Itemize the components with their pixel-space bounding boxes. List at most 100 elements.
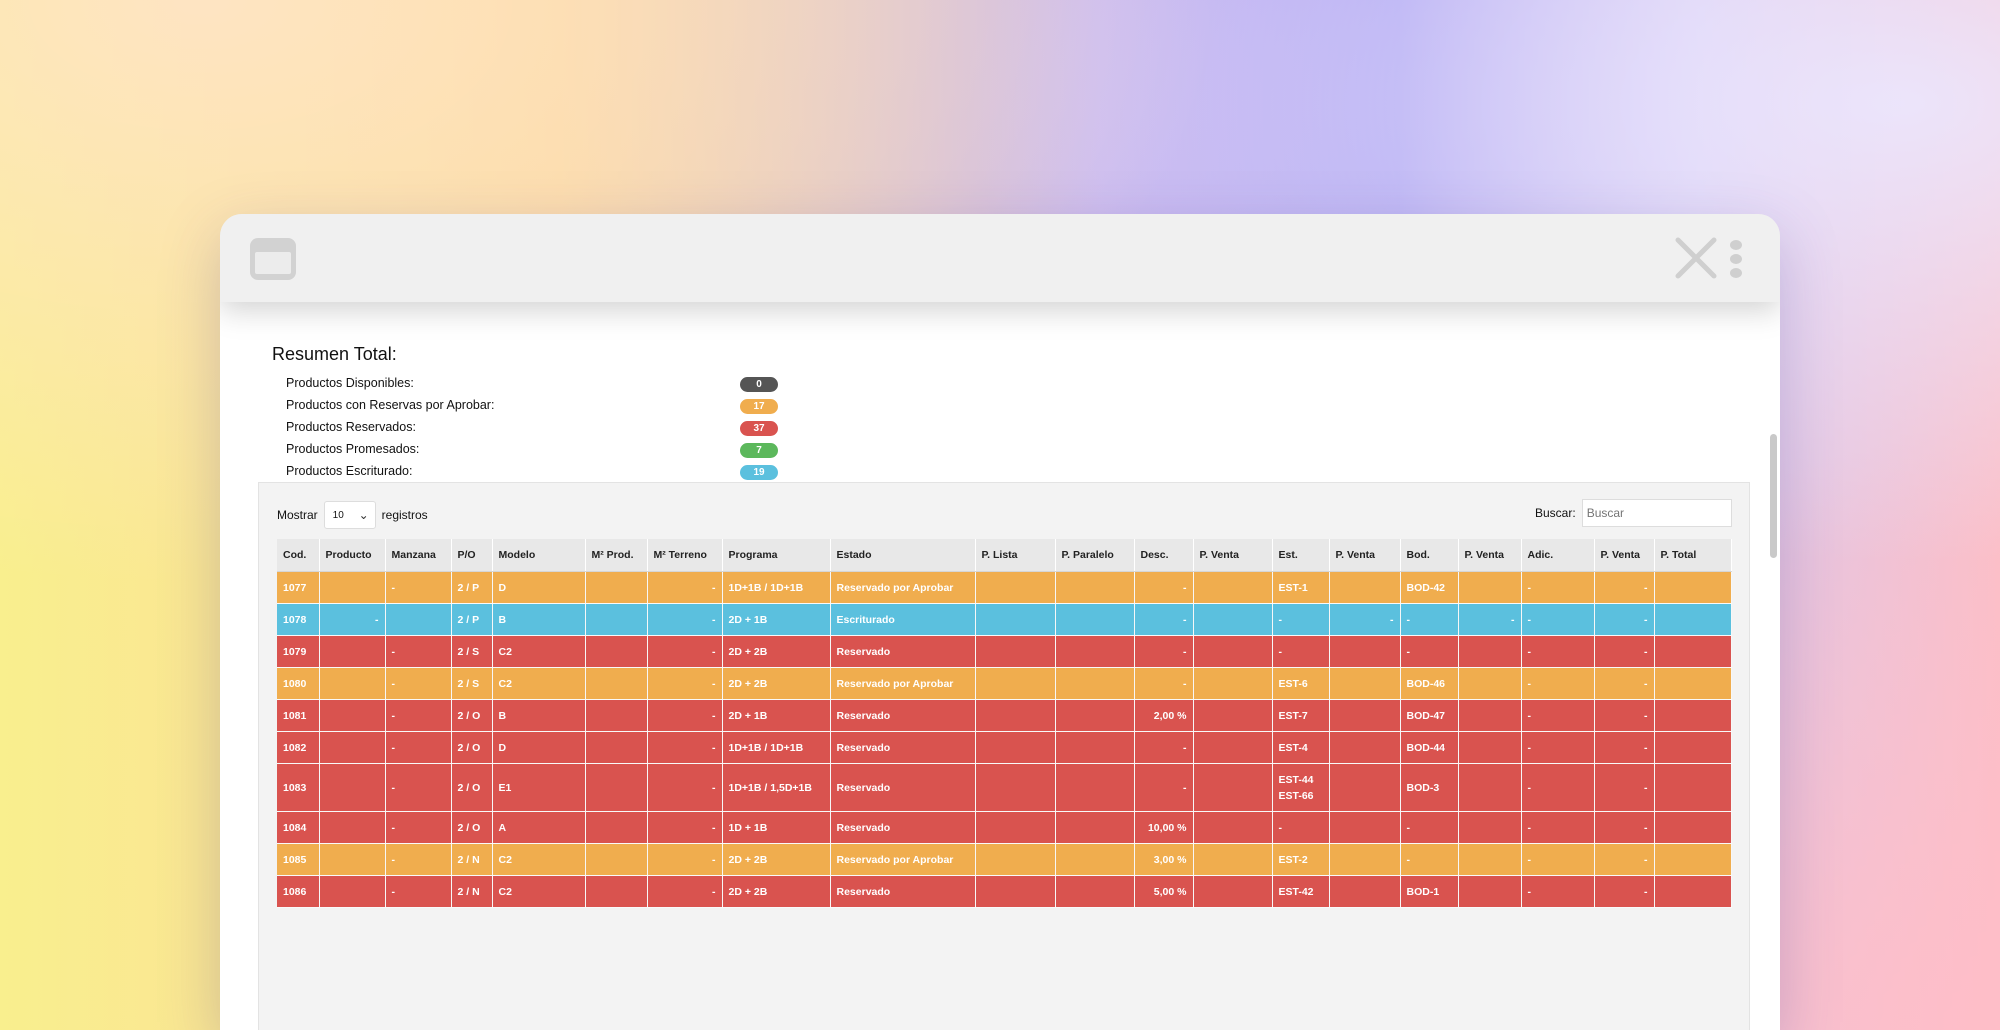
column-header[interactable]: Adic. xyxy=(1521,539,1595,572)
table-cell: - xyxy=(647,843,723,876)
table-cell: 2 / S xyxy=(451,667,493,700)
table-cell: - xyxy=(1134,763,1194,812)
table-row[interactable]: 1080-2 / S C2-2D + 2B Reservado por Aproba… xyxy=(277,667,1732,700)
table-cell xyxy=(1654,875,1732,908)
table-cell: 2D + 2B xyxy=(722,843,831,876)
column-header[interactable]: P. Venta xyxy=(1594,539,1655,572)
table-cell: - xyxy=(1594,763,1655,812)
column-header[interactable]: P/O xyxy=(451,539,493,572)
table-cell: - xyxy=(647,763,723,812)
table-row[interactable]: 1081-2 / O B -2D + 1B Reservado 2,00 % EST-7 B… xyxy=(277,699,1732,732)
column-header[interactable]: Modelo xyxy=(492,539,586,572)
table-cell: - xyxy=(385,875,452,908)
table-cell: 1079 xyxy=(277,635,320,668)
table-cell: 2 / P xyxy=(451,603,493,636)
table-cell xyxy=(1055,763,1135,812)
table-cell: 2D + 1B xyxy=(722,603,831,636)
table-cell xyxy=(585,571,648,604)
table-cell: 1D+1B / 1,5D+1B xyxy=(722,763,831,812)
table-cell: E1 xyxy=(492,763,586,812)
table-cell: - xyxy=(385,667,452,700)
table-cell: BOD-42 xyxy=(1400,571,1459,604)
table-cell: - xyxy=(647,571,723,604)
column-header[interactable]: Estado xyxy=(830,539,976,572)
table-cell: - xyxy=(1400,635,1459,668)
table-cell: - xyxy=(385,699,452,732)
close-icon[interactable] xyxy=(1674,236,1718,280)
column-header[interactable]: Producto xyxy=(319,539,386,572)
table-cell xyxy=(585,699,648,732)
table-cell: - xyxy=(385,763,452,812)
column-header[interactable]: M² Terreno xyxy=(647,539,723,572)
table-cell xyxy=(1055,811,1135,844)
column-header[interactable]: P. Venta xyxy=(1458,539,1522,572)
table-cell: - xyxy=(1594,875,1655,908)
column-header[interactable]: Bod. xyxy=(1400,539,1459,572)
table-cell: 2D + 1B xyxy=(722,699,831,732)
table-cell: D xyxy=(492,731,586,764)
table-cell xyxy=(1654,731,1732,764)
table-cell: - xyxy=(1400,603,1459,636)
table-cell xyxy=(1329,667,1401,700)
table-cell xyxy=(1329,731,1401,764)
table-cell: - xyxy=(1594,731,1655,764)
table-cell: - xyxy=(1521,603,1595,636)
table-row[interactable]: 1077-2 / P D -1D+1B / 1D+1B Reservado por A… xyxy=(277,571,1732,604)
app-window: Resumen Total: Productos Disponibles: 0 … xyxy=(220,214,1780,1030)
table-cell: - xyxy=(1594,699,1655,732)
table-cell xyxy=(1654,635,1732,668)
table-cell xyxy=(1458,843,1522,876)
column-header[interactable]: P. Venta xyxy=(1193,539,1273,572)
table-row[interactable]: 1079-2 / S C2-2D + 2B Reservado - - - - - xyxy=(277,635,1732,668)
column-header[interactable]: M² Prod. xyxy=(585,539,648,572)
column-header[interactable]: P. Venta xyxy=(1329,539,1401,572)
column-header[interactable]: P. Paralelo xyxy=(1055,539,1135,572)
table-cell: C2 xyxy=(492,635,586,668)
more-options-icon[interactable] xyxy=(1730,240,1742,278)
column-header[interactable]: Est. xyxy=(1272,539,1330,572)
column-header[interactable]: Manzana xyxy=(385,539,452,572)
column-header[interactable]: Programa xyxy=(722,539,831,572)
table-row[interactable]: 1085-2 / N C2-2D + 2B Reservado por Aproba… xyxy=(277,843,1732,876)
column-header[interactable]: P. Total xyxy=(1654,539,1732,572)
column-header[interactable]: P. Lista xyxy=(975,539,1056,572)
table-cell: - xyxy=(1272,811,1330,844)
table-cell xyxy=(319,667,386,700)
table-cell: 2 / O xyxy=(451,699,493,732)
table-row[interactable]: 1086-2 / N C2-2D + 2B Reservado 5,00 % EST-4… xyxy=(277,875,1732,908)
scrollbar[interactable] xyxy=(1770,434,1777,558)
table-row[interactable]: 1083-2 / O E1-1D+1B / 1,5D+1B Reservado - ES… xyxy=(277,763,1732,812)
table-cell xyxy=(385,603,452,636)
table-cell xyxy=(319,843,386,876)
table-cell xyxy=(1654,667,1732,700)
table-cell xyxy=(1329,699,1401,732)
table-cell: Escriturado xyxy=(830,603,976,636)
table-cell xyxy=(975,875,1056,908)
table-cell: - xyxy=(1594,635,1655,668)
table-cell xyxy=(975,603,1056,636)
search-input[interactable] xyxy=(1581,499,1732,527)
table-cell: - xyxy=(647,603,723,636)
table-row[interactable]: 1082-2 / O D -1D+1B / 1D+1B Reservado - EST-4… xyxy=(277,731,1732,764)
table-cell xyxy=(1055,875,1135,908)
table-cell: - xyxy=(385,811,452,844)
page-size-control: Mostrar 10 ⌄ registros xyxy=(277,501,428,529)
table-cell xyxy=(1055,731,1135,764)
table-cell: 1084 xyxy=(277,811,320,844)
window-titlebar xyxy=(220,214,1780,302)
page-size-select[interactable]: 10 ⌄ xyxy=(323,501,376,529)
table-cell: - xyxy=(1594,603,1655,636)
table-cell xyxy=(319,763,386,812)
table-cell xyxy=(975,699,1056,732)
table-cell xyxy=(1654,843,1732,876)
column-header[interactable]: Cod. xyxy=(277,539,320,572)
table-row[interactable]: 1078-2 / P B -2D + 1B Escriturado - - - - - - - xyxy=(277,603,1732,636)
table-cell xyxy=(585,667,648,700)
column-header[interactable]: Desc. xyxy=(1134,539,1194,572)
table-cell: 2D + 2B xyxy=(722,667,831,700)
table-cell xyxy=(975,811,1056,844)
table-cell: Reservado xyxy=(830,811,976,844)
table-cell: 2 / O xyxy=(451,811,493,844)
table-row[interactable]: 1084-2 / O A -1D + 1B Reservado 10,00 % - - - - xyxy=(277,811,1732,844)
table-cell: 3,00 % xyxy=(1134,843,1194,876)
